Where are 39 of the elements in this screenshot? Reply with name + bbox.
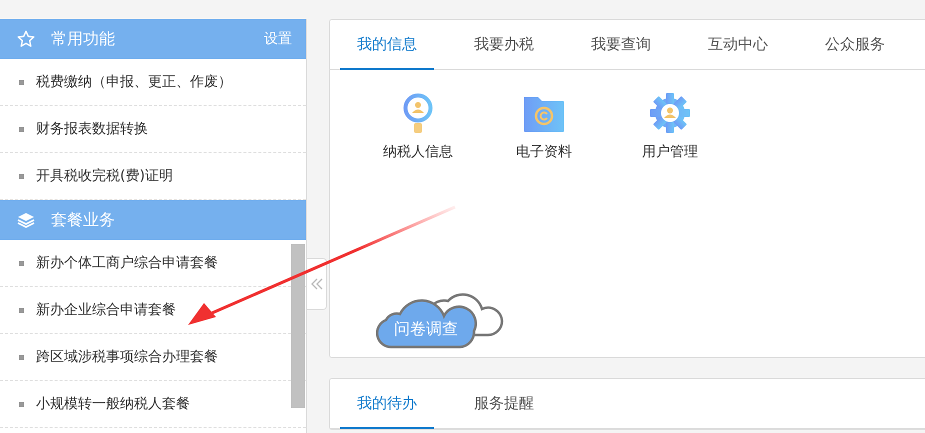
tab[interactable]: 我的信息 [340,20,434,70]
gear-person-icon [650,93,690,133]
tab[interactable]: 公众服务 [808,20,902,70]
shortcut[interactable]: 纳税人信息 [370,91,466,161]
menu-item-label[interactable]: 跨区域涉税事项综合办理套餐 [36,348,218,366]
tab[interactable]: 我要办税 [457,20,551,70]
section-title: 套餐业务 [51,210,116,230]
shortcut-label[interactable]: 用户管理 [642,143,698,161]
menu-item-label[interactable]: 新办企业综合申请套餐 [36,301,176,319]
menu-item[interactable]: 财务报表数据转换 [0,106,306,153]
layers-icon [17,212,35,228]
collapse-handle[interactable] [307,258,327,310]
tab[interactable]: 互动中心 [691,20,785,70]
magnifier-person-icon [402,93,434,133]
tab[interactable]: 我要查询 [574,20,668,70]
tab[interactable]: 我的待办 [340,379,434,429]
menu-item-label[interactable]: 税费缴纳（申报、更正、作废） [36,73,232,91]
bullet-icon [19,174,24,178]
menu-item[interactable]: 税费缴纳（申报、更正、作废） [0,59,306,106]
bullet-icon [19,402,24,406]
double-chevron-icon [310,278,322,290]
menu-item-label[interactable]: 开具税收完税(费)证明 [36,167,173,185]
scrollbar-thumb[interactable] [291,244,305,408]
shortcut[interactable]: 用户管理 [622,91,718,161]
bullet-icon [19,126,24,132]
bullet-icon [19,260,24,266]
folder-icon [523,95,565,133]
menu-item-label[interactable]: 新办个体工商户综合申请套餐 [36,254,218,272]
shortcut-label[interactable]: 电子资料 [516,143,572,161]
menu-item-label[interactable]: 小规模转一般纳税人套餐 [36,395,190,413]
bullet-icon [19,308,24,312]
tab[interactable]: 服务提醒 [457,379,551,429]
star-icon [17,30,35,48]
menu-item-label[interactable]: 财务报表数据转换 [36,120,148,138]
bullet-icon [19,354,24,360]
shortcut[interactable]: 电子资料 [496,91,592,161]
section-title: 常用功能 [51,28,116,50]
bullet-icon [19,80,24,84]
shortcut-label[interactable]: 纳税人信息 [383,143,453,161]
